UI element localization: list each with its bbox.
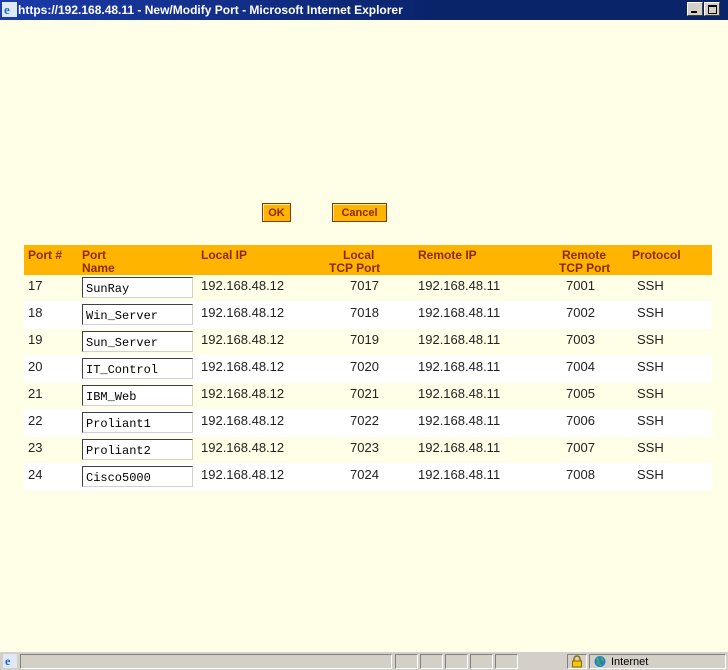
- local-ip: 192.168.48.12: [201, 386, 285, 401]
- port-number: 19: [28, 332, 43, 347]
- local-tcp-port: 7023: [350, 440, 379, 455]
- port-number: 17: [28, 278, 43, 293]
- protocol: SSH: [637, 467, 664, 482]
- protocol: SSH: [637, 413, 664, 428]
- protocol: SSH: [637, 332, 664, 347]
- security-pane[interactable]: [567, 654, 587, 669]
- remote-tcp-port: 7007: [566, 440, 595, 455]
- local-tcp-port: 7017: [350, 278, 379, 293]
- status-pane: [395, 654, 418, 669]
- table-row: 23 192.168.48.12 7023 192.168.48.11 7007 SSH P…: [24, 437, 712, 464]
- header-local-ip: Local IP: [201, 248, 248, 262]
- table-row: 24 192.168.48.12 7024 192.168.48.11 7008 SSH C…: [24, 464, 712, 491]
- header-local-tcp-line2: TCP Port: [329, 261, 381, 275]
- port-name-input[interactable]: IT_Control: [82, 358, 193, 379]
- protocol: SSH: [637, 386, 664, 401]
- local-tcp-port: 7022: [350, 413, 379, 428]
- port-name-input[interactable]: Cisco5000: [82, 466, 193, 487]
- local-ip: 192.168.48.12: [201, 359, 285, 374]
- ports-table: Port # Port Name Local IP Local TCP Port…: [24, 245, 712, 491]
- protocol: SSH: [637, 440, 664, 455]
- port-number: 21: [28, 386, 43, 401]
- remote-tcp-port: 7004: [566, 359, 595, 374]
- remote-tcp-port: 7005: [566, 386, 595, 401]
- header-remote-tcp-line2: TCP Port: [559, 261, 611, 275]
- port-number: 23: [28, 440, 43, 455]
- port-name-input[interactable]: Proliant1: [82, 412, 193, 433]
- local-ip: 192.168.48.12: [201, 305, 285, 320]
- minimize-icon[interactable]: [687, 2, 703, 16]
- port-number: 22: [28, 413, 43, 428]
- remote-ip: 192.168.48.11: [418, 305, 501, 320]
- table-row: 18 192.168.48.12 7018 192.168.48.11 7002 SSH W…: [24, 302, 712, 329]
- status-pane: [445, 654, 468, 669]
- port-name-input[interactable]: IBM_Web: [82, 385, 193, 406]
- table-row: 20 192.168.48.12 7020 192.168.48.11 7004 SSH I…: [24, 356, 712, 383]
- remote-tcp-port: 7002: [566, 305, 595, 320]
- remote-tcp-port: 7003: [566, 332, 595, 347]
- local-tcp-port: 7020: [350, 359, 379, 374]
- svg-text:e: e: [5, 654, 11, 668]
- local-ip: 192.168.48.12: [201, 440, 285, 455]
- ok-button[interactable]: OK: [262, 203, 291, 222]
- port-name-input[interactable]: Win_Server: [82, 304, 193, 325]
- remote-ip: 192.168.48.11: [418, 278, 501, 293]
- header-remote-ip: Remote IP: [418, 248, 477, 262]
- remote-tcp-port: 7006: [566, 413, 595, 428]
- page-icon: e: [3, 654, 17, 668]
- protocol: SSH: [637, 359, 664, 374]
- port-name-input[interactable]: Sun_Server: [82, 331, 193, 352]
- remote-ip: 192.168.48.11: [418, 359, 501, 374]
- local-tcp-port: 7021: [350, 386, 379, 401]
- remote-ip: 192.168.48.11: [418, 467, 501, 482]
- status-pane: [470, 654, 493, 669]
- maximize-icon[interactable]: [704, 2, 720, 16]
- port-number: 18: [28, 305, 43, 320]
- protocol: SSH: [637, 278, 664, 293]
- globe-icon: [594, 656, 606, 667]
- status-bar: e Internet: [0, 651, 728, 670]
- table-row: 22 192.168.48.12 7022 192.168.48.11 7006 SSH P…: [24, 410, 712, 437]
- remote-tcp-port: 7001: [566, 278, 595, 293]
- local-tcp-port: 7024: [350, 467, 379, 482]
- lock-icon: [572, 655, 582, 668]
- local-tcp-port: 7018: [350, 305, 379, 320]
- local-ip: 192.168.48.12: [201, 278, 285, 293]
- svg-text:e: e: [4, 2, 10, 17]
- ie-icon: e: [2, 2, 17, 17]
- local-ip: 192.168.48.12: [201, 332, 285, 347]
- status-text-pane: [20, 654, 392, 669]
- protocol: SSH: [637, 305, 664, 320]
- zone-label: Internet: [611, 656, 649, 668]
- port-number: 24: [28, 467, 43, 482]
- local-ip: 192.168.48.12: [201, 413, 285, 428]
- status-pane: [420, 654, 443, 669]
- remote-ip: 192.168.48.11: [418, 386, 501, 401]
- cancel-button[interactable]: Cancel: [332, 203, 387, 222]
- window-title: https://192.168.48.11 - New/Modify Port …: [18, 3, 403, 17]
- status-pane: [495, 654, 518, 669]
- table-row: 17 192.168.48.12 7017 192.168.48.11 7001 SSH S…: [24, 275, 712, 302]
- port-name-input[interactable]: Proliant2: [82, 439, 193, 460]
- port-number: 20: [28, 359, 43, 374]
- table-row: 19 192.168.48.12 7019 192.168.48.11 7003 SSH S…: [24, 329, 712, 356]
- header-port: Port #: [28, 248, 63, 262]
- zone-pane: Internet: [589, 654, 726, 669]
- local-tcp-port: 7019: [350, 332, 379, 347]
- header-name-line2: Name: [82, 261, 115, 275]
- port-name-input[interactable]: SunRay: [82, 277, 193, 298]
- table-row: 21 192.168.48.12 7021 192.168.48.11 7005 SSH I…: [24, 383, 712, 410]
- remote-ip: 192.168.48.11: [418, 413, 501, 428]
- remote-ip: 192.168.48.11: [418, 332, 501, 347]
- remote-tcp-port: 7008: [566, 467, 595, 482]
- local-ip: 192.168.48.12: [201, 467, 285, 482]
- table-header: Port # Port Name Local IP Local TCP Port…: [24, 245, 712, 275]
- remote-ip: 192.168.48.11: [418, 440, 501, 455]
- header-protocol: Protocol: [632, 248, 681, 262]
- title-bar: e https://192.168.48.11 - New/Modify Por…: [0, 0, 728, 20]
